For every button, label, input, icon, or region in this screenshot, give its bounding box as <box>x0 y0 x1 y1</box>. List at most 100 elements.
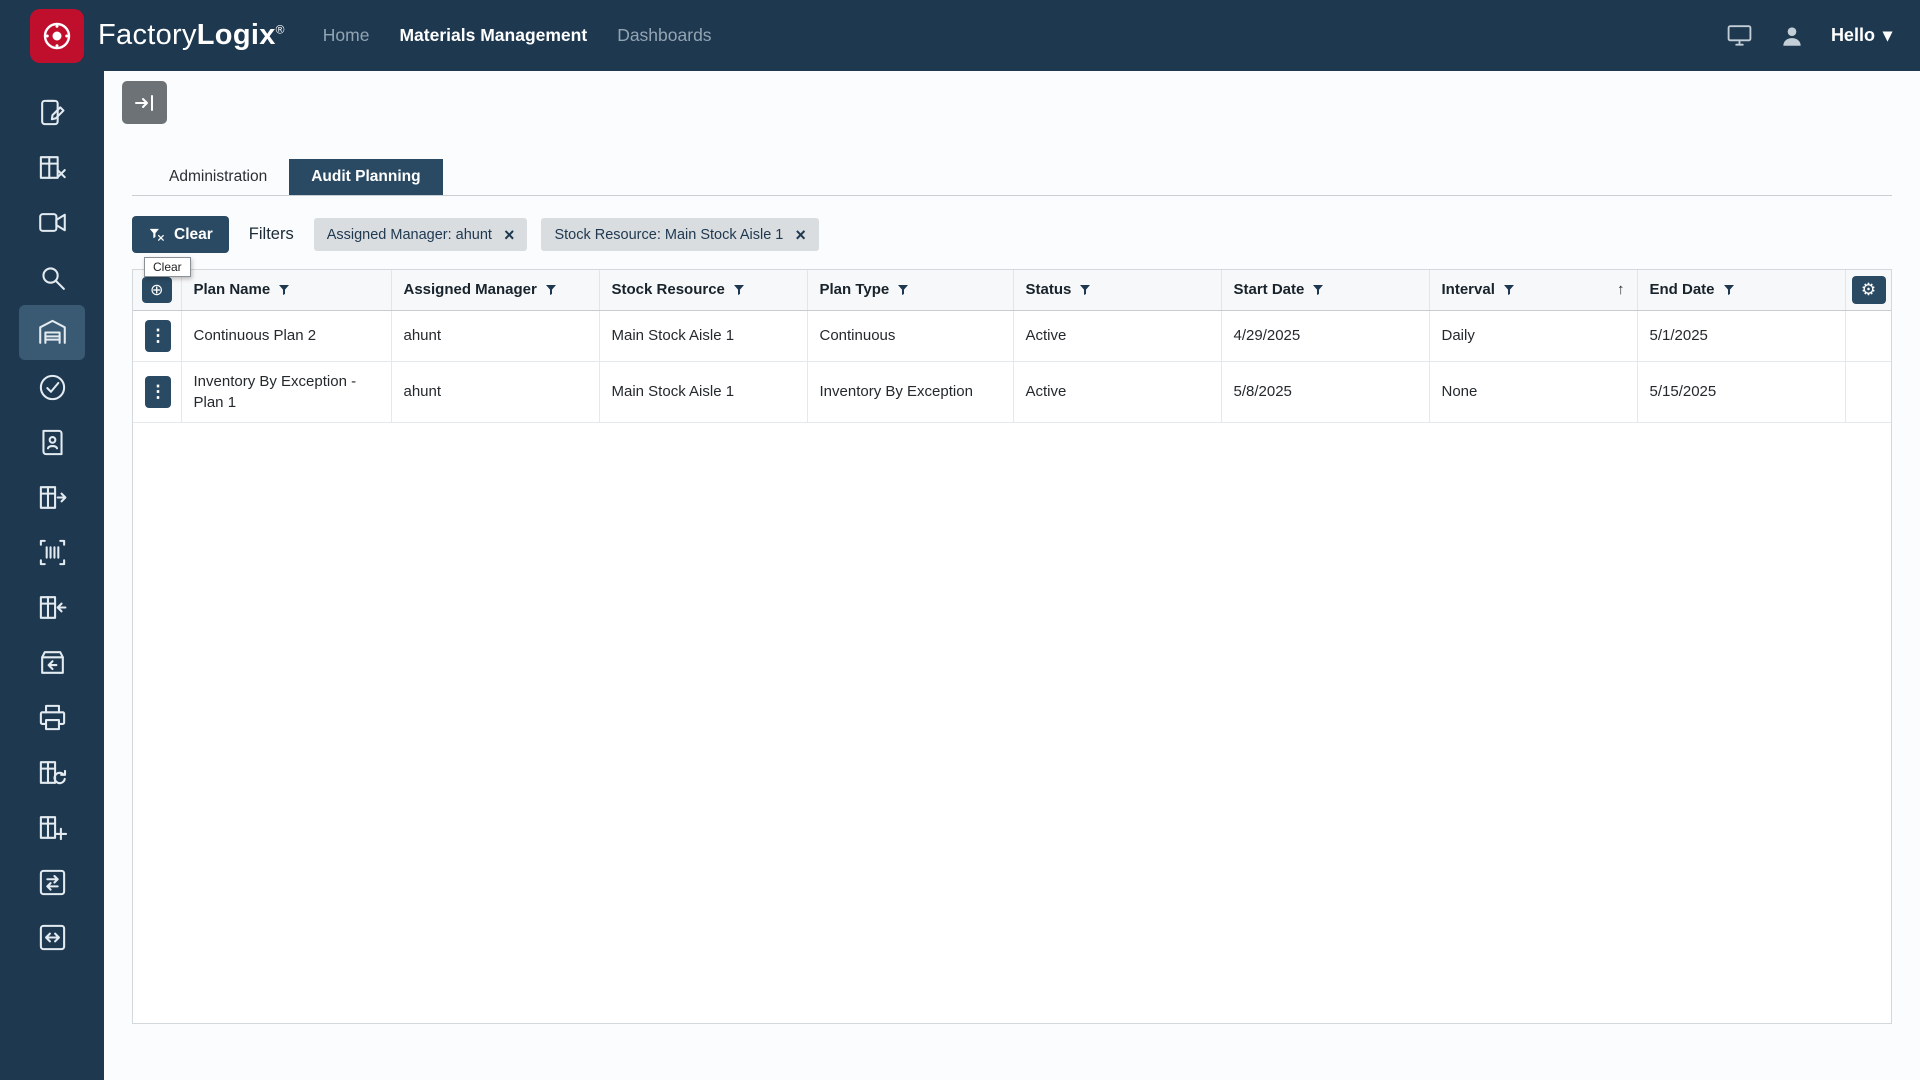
cell-interval: Daily <box>1429 310 1637 361</box>
sort-ascending-icon[interactable]: ↑ <box>1617 281 1625 298</box>
cell-empty <box>1845 361 1891 422</box>
column-header-assigned-manager[interactable]: Assigned Manager <box>391 270 599 310</box>
left-icon-sidebar <box>0 71 104 1080</box>
sidebar-item-magnifier-scan[interactable] <box>19 250 85 305</box>
audit-check-icon <box>37 372 68 403</box>
brand-name: FactoryLogix® <box>98 19 285 52</box>
cell-stock-resource: Main Stock Aisle 1 <box>599 361 807 422</box>
filter-bar: Clear Clear Filters Assigned Manager: ah… <box>132 216 1892 253</box>
audit-plans-table: ⊕ Plan Name Assigned Manager Stock Resou… <box>133 270 1891 423</box>
cell-status: Active <box>1013 361 1221 422</box>
tab-audit-planning[interactable]: Audit Planning <box>289 159 442 195</box>
sidebar-collapse-button[interactable] <box>122 81 167 124</box>
sidebar-item-contacts-book[interactable] <box>19 415 85 470</box>
clear-tooltip: Clear <box>144 257 191 277</box>
audit-plans-grid-panel: ⊕ Plan Name Assigned Manager Stock Resou… <box>132 269 1892 1024</box>
barcode-scan-icon <box>37 537 68 568</box>
cell-status: Active <box>1013 310 1221 361</box>
sidebar-item-warehouse[interactable] <box>19 305 85 360</box>
warehouse-icon <box>37 317 68 348</box>
close-icon[interactable]: × <box>795 226 806 244</box>
table-add-icon <box>37 812 68 843</box>
chevron-down-icon: ▾ <box>1883 25 1892 46</box>
cell-assigned-manager: ahunt <box>391 310 599 361</box>
sidebar-item-audit-check[interactable] <box>19 360 85 415</box>
clear-filters-button[interactable]: Clear <box>132 216 229 253</box>
sidebar-item-printer[interactable] <box>19 690 85 745</box>
filter-clear-icon <box>148 226 165 243</box>
logo-emblem-icon <box>39 18 75 54</box>
greeting-label: Hello <box>1831 25 1875 46</box>
table-remove-icon <box>37 152 68 183</box>
factorylogix-logo <box>30 9 84 63</box>
filter-chip-stock-resource[interactable]: Stock Resource: Main Stock Aisle 1 × <box>541 218 818 251</box>
table-row[interactable]: ⋮ Inventory By Exception - Plan 1 ahunt … <box>133 361 1891 422</box>
filter-icon[interactable] <box>1079 284 1091 296</box>
tab-administration[interactable]: Administration <box>147 159 289 195</box>
table-import-icon <box>37 592 68 623</box>
greeting-menu[interactable]: Hello ▾ <box>1831 25 1892 46</box>
nav-item-dashboards[interactable]: Dashboards <box>617 25 711 46</box>
table-row[interactable]: ⋮ Continuous Plan 2 ahunt Main Stock Ais… <box>133 310 1891 361</box>
filter-icon[interactable] <box>733 284 745 296</box>
sidebar-item-box-return[interactable] <box>19 635 85 690</box>
filters-label: Filters <box>249 225 294 244</box>
cell-start-date: 4/29/2025 <box>1221 310 1429 361</box>
clipboard-edit-icon <box>37 97 68 128</box>
sidebar-item-video-search[interactable] <box>19 195 85 250</box>
close-icon[interactable]: × <box>504 226 515 244</box>
filter-icon[interactable] <box>897 284 909 296</box>
column-header-status[interactable]: Status <box>1013 270 1221 310</box>
user-account-icon[interactable] <box>1779 23 1805 49</box>
sidebar-item-barcode-scan[interactable] <box>19 525 85 580</box>
cell-plan-name: Continuous Plan 2 <box>181 310 391 361</box>
cell-interval: None <box>1429 361 1637 422</box>
kebab-icon: ⋮ <box>150 382 167 402</box>
column-header-start-date[interactable]: Start Date <box>1221 270 1429 310</box>
kebab-icon: ⋮ <box>150 326 167 346</box>
cell-stock-resource: Main Stock Aisle 1 <box>599 310 807 361</box>
sidebar-item-table-remove[interactable] <box>19 140 85 195</box>
sidebar-item-table-refresh[interactable] <box>19 745 85 800</box>
sidebar-item-table-import[interactable] <box>19 580 85 635</box>
column-label: Status <box>1026 281 1072 298</box>
printer-icon <box>37 702 68 733</box>
filter-chip-label: Stock Resource: Main Stock Aisle 1 <box>554 227 783 243</box>
clear-button-label: Clear <box>174 226 213 244</box>
nav-item-home[interactable]: Home <box>323 25 370 46</box>
column-label: Stock Resource <box>612 281 725 298</box>
column-header-plan-type[interactable]: Plan Type <box>807 270 1013 310</box>
row-actions-button[interactable]: ⋮ <box>145 376 171 408</box>
topbar-actions: Hello ▾ <box>1726 23 1892 49</box>
column-header-plan-name[interactable]: Plan Name <box>181 270 391 310</box>
column-header-stock-resource[interactable]: Stock Resource <box>599 270 807 310</box>
sidebar-item-table-export[interactable] <box>19 470 85 525</box>
filter-icon[interactable] <box>278 284 290 296</box>
column-header-end-date[interactable]: End Date <box>1637 270 1845 310</box>
sidebar-item-clipboard-edit[interactable] <box>19 85 85 140</box>
cell-plan-name: Inventory By Exception - Plan 1 <box>181 361 391 422</box>
table-header-row: ⊕ Plan Name Assigned Manager Stock Resou… <box>133 270 1891 310</box>
filter-icon[interactable] <box>1503 284 1515 296</box>
filter-icon[interactable] <box>1312 284 1324 296</box>
filter-icon[interactable] <box>545 284 557 296</box>
column-label: Assigned Manager <box>404 281 537 298</box>
filter-chip-assigned-manager[interactable]: Assigned Manager: ahunt × <box>314 218 528 251</box>
add-icon: ⊕ <box>150 280 163 300</box>
column-header-interval[interactable]: Interval ↑ <box>1429 270 1637 310</box>
table-transfer-icon <box>37 867 68 898</box>
gear-icon: ⚙ <box>1861 280 1876 300</box>
arrow-to-bar-icon <box>133 91 157 115</box>
row-actions-button[interactable]: ⋮ <box>145 320 171 352</box>
sidebar-item-table-transfer[interactable] <box>19 855 85 910</box>
column-label: Interval <box>1442 281 1495 298</box>
sidebar-item-table-adjust[interactable] <box>19 910 85 965</box>
top-bar: FactoryLogix® Home Materials Management … <box>0 0 1920 71</box>
nav-item-materials-management[interactable]: Materials Management <box>399 25 587 46</box>
table-export-icon <box>37 482 68 513</box>
grid-settings-button[interactable]: ⚙ <box>1852 276 1886 304</box>
remote-monitor-icon[interactable] <box>1726 24 1753 48</box>
add-plan-button[interactable]: ⊕ <box>142 277 172 303</box>
sidebar-item-table-add[interactable] <box>19 800 85 855</box>
filter-icon[interactable] <box>1723 284 1735 296</box>
